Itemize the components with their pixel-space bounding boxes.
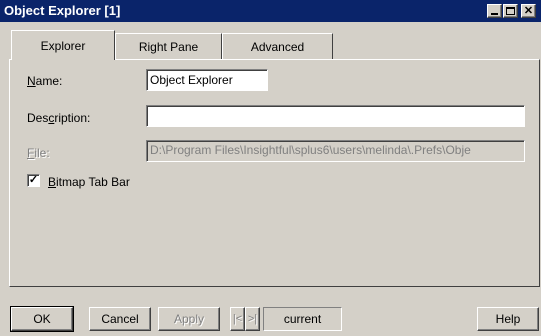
tab-explorer-label: Explorer: [40, 38, 86, 53]
current-indicator: current: [263, 307, 342, 331]
next-button[interactable]: >|: [245, 307, 260, 331]
ok-button[interactable]: OK: [10, 306, 74, 332]
tab-panel: [9, 59, 540, 287]
last-icon: >|: [247, 313, 258, 325]
title-bar: Object Explorer [1] ✕: [0, 0, 541, 22]
window-title: Object Explorer [1]: [4, 3, 121, 18]
first-icon: |<: [232, 313, 243, 325]
close-button[interactable]: ✕: [521, 4, 536, 18]
minimize-button[interactable]: [487, 4, 502, 18]
tab-right-pane[interactable]: Right Pane: [115, 33, 222, 59]
help-button[interactable]: Help: [477, 307, 539, 331]
previous-button[interactable]: |<: [230, 307, 245, 331]
apply-button[interactable]: Apply: [158, 307, 220, 331]
maximize-button[interactable]: [503, 4, 518, 18]
minimize-icon: [491, 13, 498, 15]
tab-advanced-label: Advanced: [250, 39, 305, 54]
tab-right-pane-label: Right Pane: [138, 39, 199, 54]
maximize-icon: [506, 7, 515, 15]
tab-explorer[interactable]: Explorer: [11, 30, 115, 60]
close-icon: ✕: [523, 4, 534, 17]
cancel-button[interactable]: Cancel: [89, 307, 151, 331]
tab-advanced[interactable]: Advanced: [222, 33, 333, 59]
